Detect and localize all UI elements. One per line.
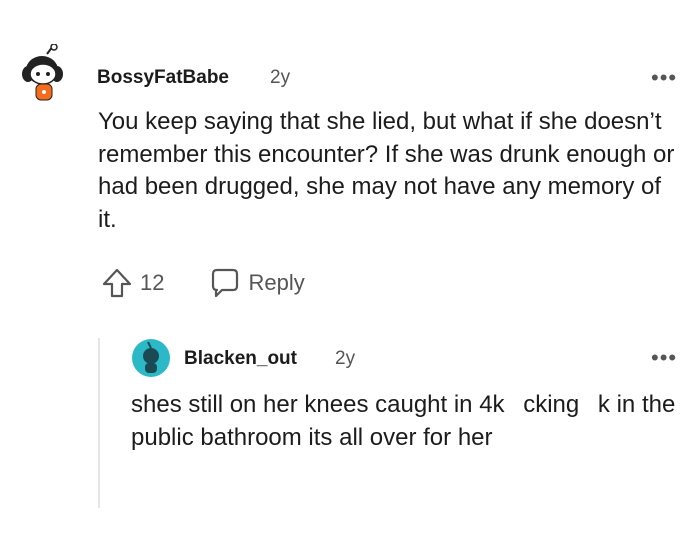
snoo-avatar-icon (22, 43, 63, 101)
upvote-count: 12 (140, 270, 165, 295)
comment-text: You keep saying that she lied, but what … (98, 108, 675, 233)
comment-1: BossyFatBabe 2y ••• You keep saying that… (0, 0, 700, 320)
comment-username[interactable]: BossyFatBabe (97, 67, 229, 89)
censored-glyph (511, 392, 523, 414)
comment-2: Blacken_out 2y ••• shes still on her kne… (0, 320, 700, 533)
user-avatar[interactable] (131, 338, 171, 378)
comment-age: 2y (335, 348, 356, 369)
more-options-icon[interactable]: ••• (651, 347, 677, 369)
comment-age: 2y (270, 67, 291, 88)
reply-label: Reply (248, 270, 305, 295)
comment-text-part: cking (523, 391, 586, 418)
comment-actions: 12 Reply (100, 266, 305, 300)
comment-text-part: shes still on her knees caught in 4k (131, 391, 512, 418)
speech-bubble-icon (212, 268, 239, 298)
snoo-avatar-icon (132, 339, 170, 377)
comment-text: shes still on her knees caught in 4k cki… (131, 389, 676, 454)
censored-glyph (586, 392, 598, 414)
more-options-icon[interactable]: ••• (651, 67, 677, 89)
user-avatar[interactable] (20, 43, 68, 108)
comment-username[interactable]: Blacken_out (184, 348, 297, 370)
upvote-button[interactable]: 12 (100, 266, 164, 300)
reply-button[interactable]: Reply (208, 266, 305, 300)
arrow-up-outline-icon (102, 268, 132, 298)
